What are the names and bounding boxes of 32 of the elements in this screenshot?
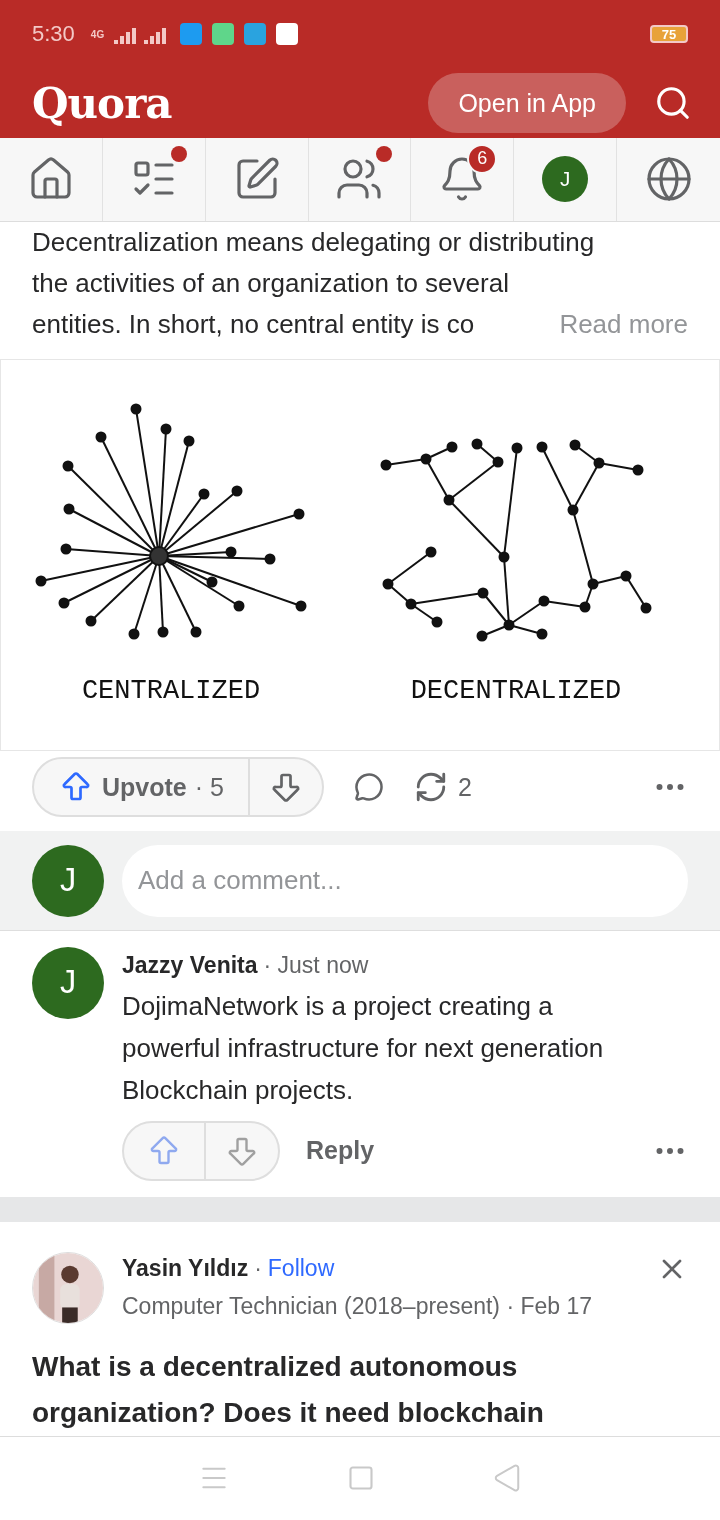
status-time: 5:30 bbox=[32, 21, 75, 48]
avatar: J bbox=[32, 946, 104, 1019]
share-button[interactable]: 2 bbox=[413, 770, 472, 805]
quora-logo: Quora bbox=[32, 78, 172, 128]
answer-text: Decentralization means delegating or distributing bbox=[32, 225, 595, 259]
network-label: 4G bbox=[90, 28, 105, 40]
plane-app-icon bbox=[244, 23, 267, 46]
globe-icon[interactable] bbox=[644, 155, 693, 204]
separator-dot: · bbox=[254, 1255, 262, 1283]
avatar: J bbox=[32, 844, 104, 917]
avatar[interactable]: J bbox=[542, 156, 589, 203]
follow-link[interactable]: Follow bbox=[267, 1255, 335, 1283]
comment-icon[interactable] bbox=[353, 772, 384, 803]
open-in-app-button[interactable]: Open in App bbox=[428, 73, 626, 134]
comment-time: · Just now bbox=[263, 952, 369, 980]
comment-author[interactable]: Jazzy Venita bbox=[122, 952, 258, 980]
notification-badge: 6 bbox=[467, 143, 498, 174]
letter-app-icon bbox=[276, 23, 299, 46]
comment-field[interactable]: Add a comment... bbox=[122, 844, 688, 917]
battery-icon: 75 bbox=[650, 25, 688, 44]
chat-app-icon bbox=[212, 23, 235, 46]
read-more-link[interactable]: Read more bbox=[559, 303, 688, 345]
answer-text: entities. In short, no central entity is co bbox=[32, 307, 475, 341]
comment-text: DojimaNetwork is a project creating a powerful infrastructure for next generation Blockchain projects. bbox=[122, 989, 605, 1107]
diagram-label: CENTRALIZED bbox=[81, 675, 261, 706]
reply-button[interactable]: Reply bbox=[306, 1136, 375, 1166]
answer-text: the activities of an organization to several bbox=[32, 266, 509, 300]
diagram-label: DECENTRALIZED bbox=[410, 675, 622, 706]
bird-app-icon bbox=[180, 23, 203, 46]
author-credential: Computer Technician (2018–present) · Feb 17 bbox=[122, 1293, 593, 1321]
author-name[interactable]: Yasin Yıldız bbox=[122, 1255, 249, 1283]
question-title[interactable]: What is a decentralized autonomous organization? Does it need blockchain bbox=[32, 1343, 688, 1436]
